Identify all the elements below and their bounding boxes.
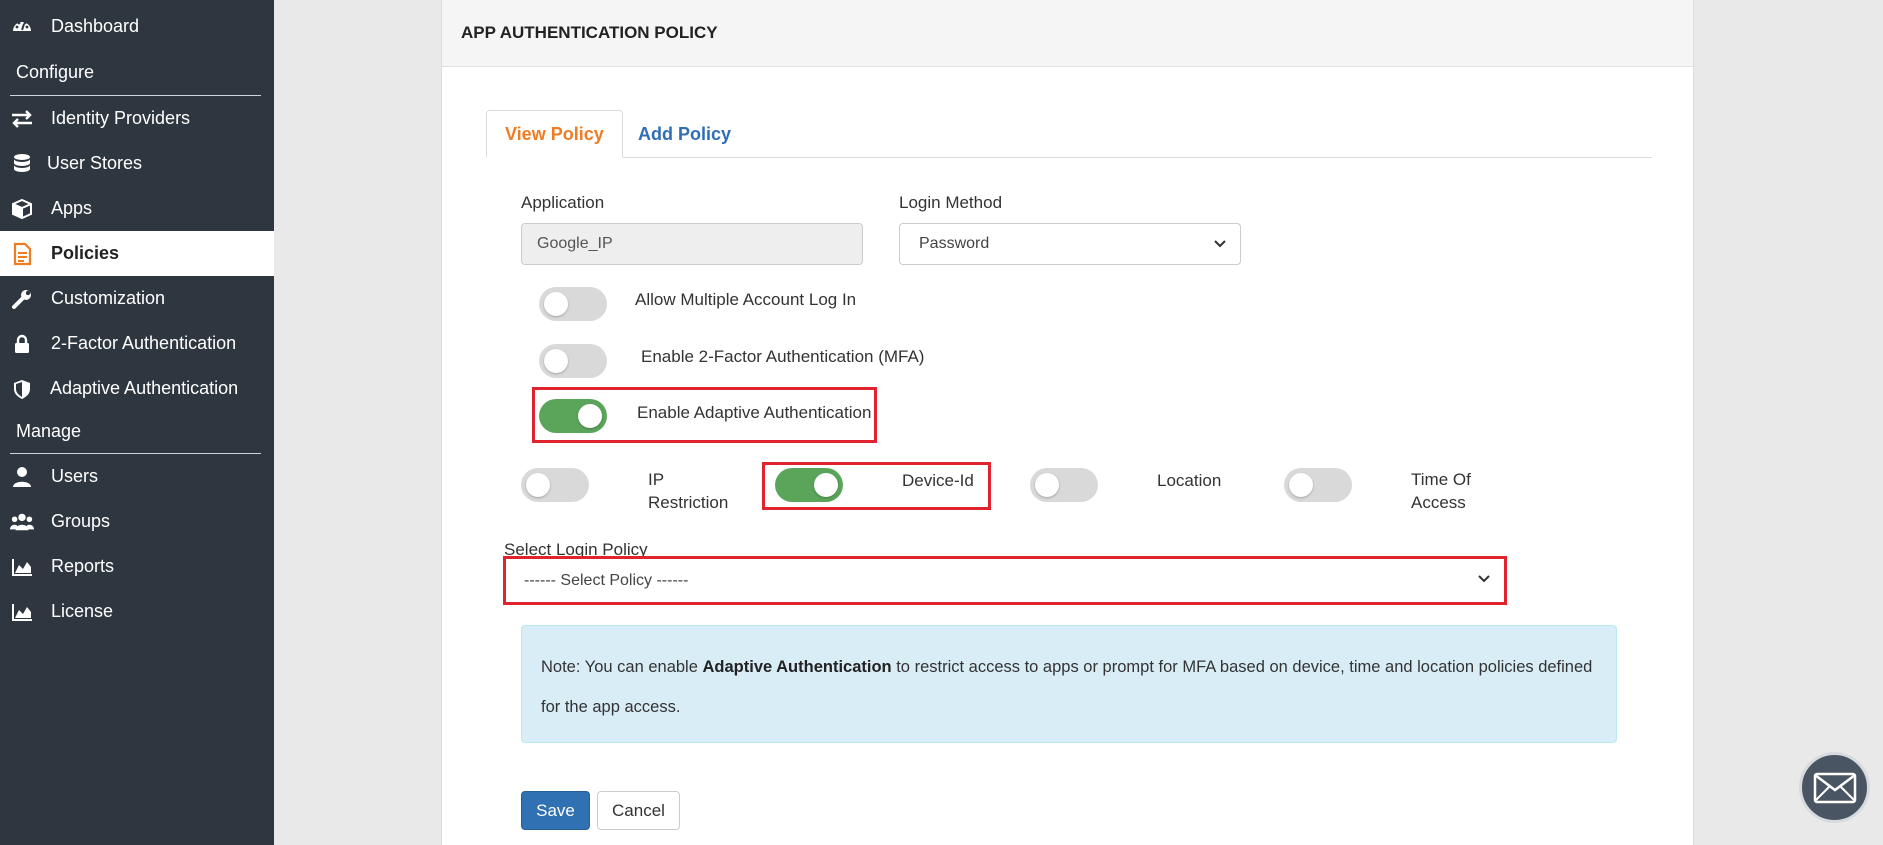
sidebar-item-apps[interactable]: Apps (0, 186, 274, 231)
multiple-login-label: Allow Multiple Account Log In (635, 290, 857, 309)
database-icon (10, 152, 34, 176)
chevron-down-icon (1214, 240, 1226, 248)
lock-icon (10, 332, 34, 356)
sidebar-item-label: License (51, 601, 114, 621)
sidebar-item-identity-providers[interactable]: Identity Providers (0, 96, 274, 141)
ip-restriction-label: IP Restriction (648, 470, 729, 512)
sidebar-item-customization[interactable]: Customization (0, 276, 274, 321)
sidebar: Dashboard Configure Identity Providers U… (0, 0, 274, 845)
sidebar-item-label: Groups (51, 511, 111, 531)
users-group-icon (10, 510, 34, 534)
sidebar-item-label: Identity Providers (51, 108, 191, 128)
sidebar-item-dashboard[interactable]: Dashboard (0, 4, 274, 49)
sidebar-item-label: Users (51, 466, 99, 486)
sidebar-item-groups[interactable]: Groups (0, 499, 274, 544)
card-header: APP AUTHENTICATION POLICY (442, 0, 1693, 67)
user-icon (10, 465, 34, 489)
page-title: APP AUTHENTICATION POLICY (461, 23, 718, 42)
mfa-toggle[interactable] (539, 344, 607, 378)
document-icon (10, 242, 34, 266)
sidebar-item-label: User Stores (47, 153, 143, 173)
sidebar-item-label: Policies (51, 243, 120, 263)
sidebar-item-adaptive-auth[interactable]: Adaptive Authentication (0, 366, 274, 411)
login-policy-value: ------ Select Policy ------ (524, 571, 689, 589)
login-method-select[interactable]: Password (899, 223, 1241, 265)
time-of-access-label: Time Of Access (1411, 470, 1471, 512)
wrench-icon (10, 287, 34, 311)
policy-card: APP AUTHENTICATION POLICY View Policy Ad… (441, 0, 1694, 845)
sidebar-item-label: Adaptive Authentication (50, 378, 239, 398)
info-note: Note: You can enable Adaptive Authentica… (521, 625, 1617, 743)
ip-restriction-toggle[interactable] (521, 468, 589, 502)
sidebar-item-label: Customization (51, 288, 166, 308)
sidebar-item-user-stores[interactable]: User Stores (0, 141, 274, 186)
area-chart-icon (10, 555, 34, 579)
login-method-label: Login Method (899, 193, 1003, 212)
time-of-access-toggle[interactable] (1284, 468, 1352, 502)
section-configure: Configure (16, 62, 95, 82)
location-label: Location (1157, 471, 1222, 490)
note-prefix: Note: You can enable (541, 658, 703, 676)
sidebar-item-label: Dashboard (51, 16, 140, 36)
sidebar-item-label: Reports (51, 556, 115, 576)
tab-add-policy[interactable]: Add Policy (620, 110, 749, 158)
tab-view-policy[interactable]: View Policy (486, 110, 623, 158)
location-toggle[interactable] (1030, 468, 1098, 502)
application-label: Application (521, 193, 605, 212)
dashboard-gauge-icon (10, 15, 34, 39)
note-bold: Adaptive Authentication (702, 658, 892, 676)
adaptive-auth-toggle[interactable] (539, 399, 607, 433)
sidebar-item-reports[interactable]: Reports (0, 544, 274, 589)
device-id-toggle[interactable] (775, 468, 843, 502)
sidebar-item-license[interactable]: License (0, 589, 274, 634)
cancel-button[interactable]: Cancel (597, 791, 680, 830)
save-button[interactable]: Save (521, 791, 590, 830)
application-field: Google_IP (521, 223, 863, 265)
cube-icon (10, 197, 34, 221)
sidebar-item-label: Apps (51, 198, 93, 218)
login-policy-select[interactable]: ------ Select Policy ------ (506, 559, 1504, 602)
shield-icon (10, 377, 34, 401)
contact-mail-button[interactable] (1799, 752, 1870, 823)
sidebar-item-policies[interactable]: Policies (0, 231, 274, 276)
sidebar-item-2fa[interactable]: 2-Factor Authentication (0, 321, 274, 366)
login-method-value: Password (919, 235, 990, 252)
arrows-exchange-icon (10, 107, 34, 131)
device-id-label: Device-Id (902, 471, 974, 490)
multiple-login-toggle[interactable] (539, 287, 607, 321)
chevron-down-icon (1478, 575, 1490, 583)
sidebar-item-label: 2-Factor Authentication (51, 333, 237, 353)
section-manage: Manage (16, 421, 82, 441)
area-chart-icon (10, 600, 34, 624)
envelope-icon (1813, 772, 1856, 803)
mfa-label: Enable 2-Factor Authentication (MFA) (641, 347, 925, 366)
sidebar-item-users[interactable]: Users (0, 454, 274, 499)
adaptive-auth-label: Enable Adaptive Authentication (637, 403, 872, 422)
